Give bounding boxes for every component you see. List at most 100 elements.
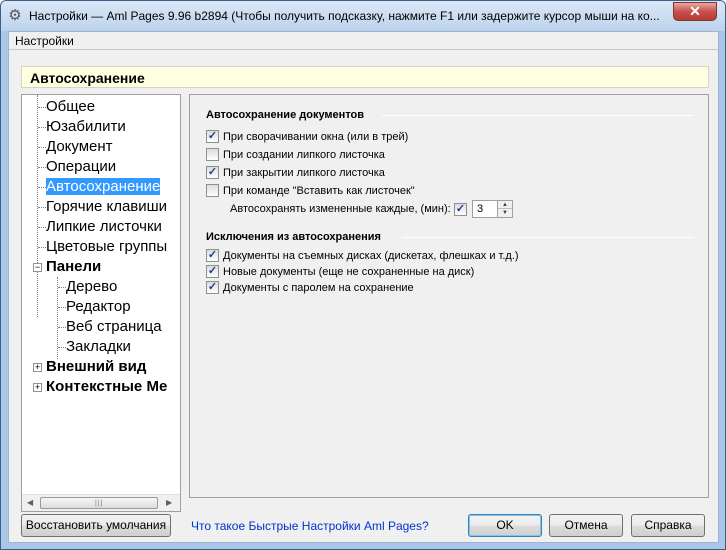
- tree-item-tree[interactable]: Дерево: [66, 278, 117, 296]
- checkbox[interactable]: ✓: [206, 166, 219, 179]
- option-on-paste-as-sticky[interactable]: При команде "Вставить как листочек": [206, 184, 415, 197]
- interval-label: Автосохранять измененные каждые, (мин):: [230, 203, 451, 215]
- tree-item-label: Закладки: [66, 338, 131, 355]
- tree-item-label: Документ: [46, 138, 113, 155]
- tree-item-label: Панели: [46, 258, 102, 275]
- tree-item-label: Внешний вид: [46, 358, 147, 375]
- tree-connector: [38, 247, 46, 248]
- spin-up-icon[interactable]: ▲: [498, 201, 512, 209]
- tree-item-label: Дерево: [66, 278, 118, 295]
- ok-button[interactable]: OK: [468, 514, 542, 537]
- tree-connector: [58, 347, 66, 348]
- option-label: При команде "Вставить как листочек": [223, 184, 415, 197]
- tree-horizontal-scrollbar[interactable]: ◀ ||| ▶: [22, 494, 180, 511]
- interval-checkbox[interactable]: ✓: [454, 203, 467, 216]
- tree-item-label: Операции: [46, 158, 117, 175]
- gear-icon[interactable]: ⚙: [7, 8, 23, 24]
- tree-connector: [38, 147, 46, 148]
- tree-connector: [38, 127, 46, 128]
- tree-item-document[interactable]: Документ: [46, 138, 113, 156]
- tree-item-editor[interactable]: Редактор: [66, 298, 131, 316]
- interval-spinner[interactable]: 3 ▲ ▼: [472, 200, 513, 218]
- tree-expand-toggle[interactable]: +: [33, 383, 42, 392]
- tree-item-label: Цветовые группы: [46, 238, 168, 255]
- tree-item-label: Горячие клавиши: [46, 198, 168, 215]
- quick-settings-help-link[interactable]: Что такое Быстрые Настройки Aml Pages?: [191, 519, 429, 533]
- checkbox[interactable]: ✓: [206, 249, 219, 262]
- checkbox[interactable]: [206, 148, 219, 161]
- checkbox[interactable]: ✓: [206, 281, 219, 294]
- scrollbar-thumb[interactable]: |||: [40, 497, 158, 509]
- tree-item-label: Автосохранение: [46, 178, 161, 195]
- spin-down-icon[interactable]: ▼: [498, 209, 512, 217]
- restore-defaults-button[interactable]: Восстановить умолчания: [21, 514, 171, 537]
- tree-item-appearance[interactable]: Внешний вид: [46, 358, 146, 376]
- option-label: Новые документы (еще не сохраненные на д…: [223, 265, 475, 278]
- settings-window: ⚙ Настройки — Aml Pages 9.96 b2894 (Чтоб…: [0, 0, 726, 550]
- tree-connector: [38, 107, 46, 108]
- tree-item-hotkeys[interactable]: Горячие клавиши: [46, 198, 167, 216]
- tree-connector: [58, 307, 66, 308]
- option-on-minimize[interactable]: ✓ При сворачивании окна (или в трей): [206, 130, 408, 143]
- option-label: При сворачивании окна (или в трей): [223, 130, 409, 143]
- tree-item-color-groups[interactable]: Цветовые группы: [46, 238, 167, 256]
- tree-item-usability[interactable]: Юзабилити: [46, 118, 126, 136]
- tree-item-web-page[interactable]: Веб страница: [66, 318, 162, 336]
- tree-item-context-menus[interactable]: Контекстные Ме: [46, 378, 167, 396]
- scroll-left-icon[interactable]: ◀: [27, 498, 33, 507]
- scrollbar-grip: |||: [95, 500, 104, 507]
- settings-tree[interactable]: Общее Юзабилити Документ Операции Автосо…: [21, 94, 181, 512]
- tree-item-label: Контекстные Ме: [46, 378, 168, 395]
- close-button[interactable]: ✕: [673, 2, 717, 21]
- dialog-body: Настройки Автосохранение Общее Юзабилити…: [8, 31, 719, 543]
- tree-item-autosave[interactable]: Автосохранение: [46, 178, 161, 196]
- option-label: При закрытии липкого листочка: [223, 166, 385, 179]
- tree-item-sticky-notes[interactable]: Липкие листочки: [46, 218, 162, 236]
- tree-item-operations[interactable]: Операции: [46, 158, 116, 176]
- tree-guide-line: [37, 95, 38, 317]
- checkbox[interactable]: ✓: [206, 130, 219, 143]
- tree-item-label: Липкие листочки: [46, 218, 162, 235]
- option-on-sticky-create[interactable]: При создании липкого листочка: [206, 148, 385, 161]
- group-title-autosave: Автосохранение документов: [206, 109, 365, 121]
- scroll-right-icon[interactable]: ▶: [166, 498, 172, 507]
- title-bar[interactable]: ⚙ Настройки — Aml Pages 9.96 b2894 (Чтоб…: [1, 1, 725, 31]
- tree-item-panels[interactable]: Панели: [46, 258, 101, 276]
- option-label: При создании липкого листочка: [223, 148, 385, 161]
- option-new-documents[interactable]: ✓ Новые документы (еще не сохраненные на…: [206, 265, 474, 278]
- menu-bar: Настройки: [9, 32, 718, 50]
- tree-item-bookmarks[interactable]: Закладки: [66, 338, 131, 356]
- option-on-sticky-close[interactable]: ✓ При закрытии липкого листочка: [206, 166, 385, 179]
- option-password-documents[interactable]: ✓ Документы с паролем на сохранение: [206, 281, 414, 294]
- group-divider: [382, 115, 694, 116]
- tree-item-label: Веб страница: [66, 318, 162, 335]
- tree-item-label: Общее: [46, 98, 96, 115]
- tree-item-label: Редактор: [66, 298, 131, 315]
- section-title: Автосохранение: [30, 70, 145, 86]
- tree-connector: [38, 227, 46, 228]
- section-header: Автосохранение: [21, 66, 709, 88]
- tree-item-label: Юзабилити: [46, 118, 126, 135]
- interval-input[interactable]: 3: [472, 200, 498, 218]
- tree-connector: [58, 327, 66, 328]
- tree-connector: [38, 187, 46, 188]
- spin-buttons: ▲ ▼: [498, 200, 513, 218]
- checkbox[interactable]: ✓: [206, 265, 219, 278]
- tree-collapse-toggle[interactable]: −: [33, 263, 42, 272]
- tree-connector: [38, 207, 46, 208]
- window-title: Настройки — Aml Pages 9.96 b2894 (Чтобы …: [29, 9, 660, 23]
- checkbox[interactable]: [206, 184, 219, 197]
- autosave-settings-panel: Автосохранение документов ✓ При сворачив…: [189, 94, 709, 498]
- tree-connector: [38, 167, 46, 168]
- group-divider: [402, 237, 694, 238]
- tree-item-general[interactable]: Общее: [46, 98, 95, 116]
- option-removable-drives[interactable]: ✓ Документы на съемных дисках (дискетах,…: [206, 249, 519, 262]
- tree-connector: [58, 287, 66, 288]
- cancel-button[interactable]: Отмена: [549, 514, 623, 537]
- option-label: Документы на съемных дисках (дискетах, ф…: [223, 249, 519, 262]
- option-label: Документы с паролем на сохранение: [223, 281, 414, 294]
- group-title-exclusions: Исключения из автосохранения: [206, 231, 381, 243]
- help-button[interactable]: Справка: [631, 514, 705, 537]
- menu-item-settings[interactable]: Настройки: [15, 34, 74, 48]
- tree-expand-toggle[interactable]: +: [33, 363, 42, 372]
